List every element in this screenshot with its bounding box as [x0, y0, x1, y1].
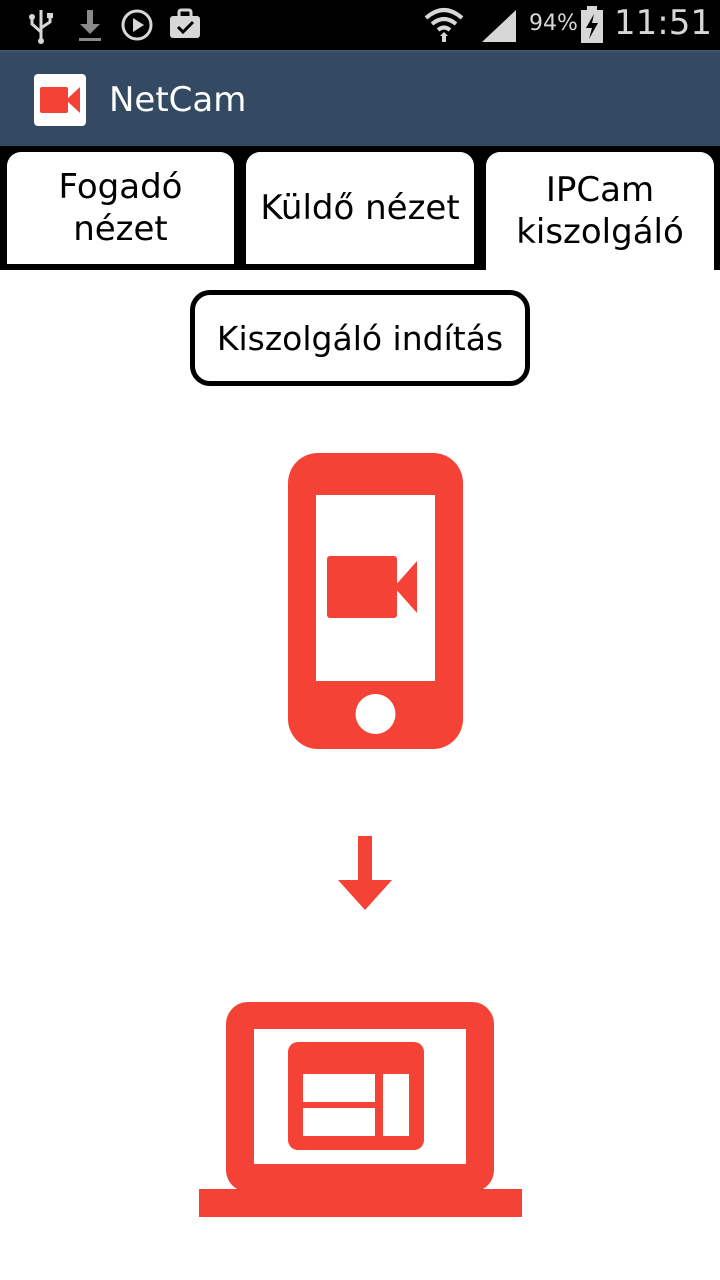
tab-label: Küldő nézet [260, 188, 460, 228]
clock: 11:51 [614, 3, 712, 43]
ipcam-server-panel: Kiszolgáló indítás [0, 270, 720, 1280]
phone-camera-icon [288, 453, 463, 749]
video-camera-icon [40, 87, 80, 113]
tab-label-line2: nézet [73, 209, 168, 249]
download-icon [79, 10, 101, 41]
tab-ipcam-kiszolgalo[interactable]: IPCam kiszolgáló [486, 152, 714, 270]
app-title: NetCam [109, 80, 247, 120]
battery-charging-icon [581, 6, 603, 43]
tab-kuldo-nezet[interactable]: Küldő nézet [246, 152, 474, 264]
tab-fogado-nezet[interactable]: Fogadó nézet [7, 152, 234, 264]
tab-label-line2: kiszolgáló [516, 212, 684, 252]
briefcase-icon [170, 8, 200, 38]
wifi-icon [424, 8, 464, 42]
arrow-down-icon [338, 836, 392, 910]
app-logo[interactable] [34, 74, 86, 126]
usb-icon [29, 10, 53, 44]
tab-label-line1: Fogadó [58, 167, 183, 207]
battery-percent: 94% [529, 11, 578, 36]
tab-strip: Fogadó nézet Küldő nézet IPCam kiszolgál… [0, 146, 720, 270]
tab-label-line1: IPCam [545, 170, 655, 210]
status-bar: 94% 11:51 [0, 0, 720, 50]
laptop-browser-icon [199, 1002, 522, 1217]
start-server-button[interactable]: Kiszolgáló indítás [190, 290, 530, 386]
signal-icon [482, 10, 516, 42]
action-bar: NetCam [0, 50, 720, 146]
play-icon [121, 9, 153, 41]
